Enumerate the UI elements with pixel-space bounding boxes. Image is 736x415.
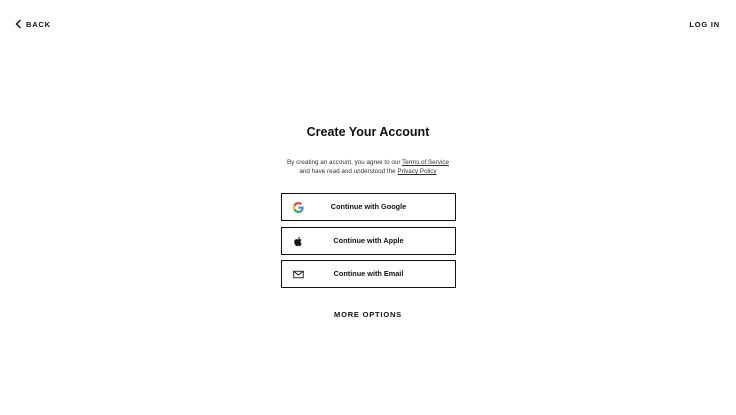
- google-button-label: Continue with Google: [330, 202, 407, 211]
- login-link[interactable]: LOG IN: [689, 20, 720, 29]
- page-title: Create Your Account: [306, 125, 430, 139]
- legal-line-1: By creating an account, you agree to our…: [0, 158, 736, 167]
- email-button-label: Continue with Email: [333, 269, 404, 278]
- legal-text-2: and have read and understood the: [299, 168, 398, 175]
- continue-with-email-button[interactable]: Continue with Email: [281, 260, 456, 288]
- apple-button-label: Continue with Apple: [333, 236, 404, 245]
- back-label: BACK: [26, 19, 51, 29]
- terms-of-service-link[interactable]: Terms of Service: [402, 159, 449, 166]
- more-options-container: MORE OPTIONS: [0, 304, 736, 322]
- continue-with-google-button[interactable]: Continue with Google: [281, 193, 456, 221]
- signup-page: BACK LOG IN Create Your Account By creat…: [0, 0, 736, 415]
- continue-with-apple-button[interactable]: Continue with Apple: [281, 227, 456, 255]
- back-link[interactable]: BACK: [15, 19, 51, 29]
- more-options-link[interactable]: MORE OPTIONS: [334, 310, 402, 319]
- legal-text-1: By creating an account, you agree to our: [287, 159, 403, 166]
- legal-line-2: and have read and understood the Privacy…: [0, 167, 736, 176]
- chevron-left-icon: [15, 19, 21, 29]
- legal-notice: By creating an account, you agree to our…: [0, 158, 736, 176]
- privacy-policy-link[interactable]: Privacy Policy: [397, 168, 436, 175]
